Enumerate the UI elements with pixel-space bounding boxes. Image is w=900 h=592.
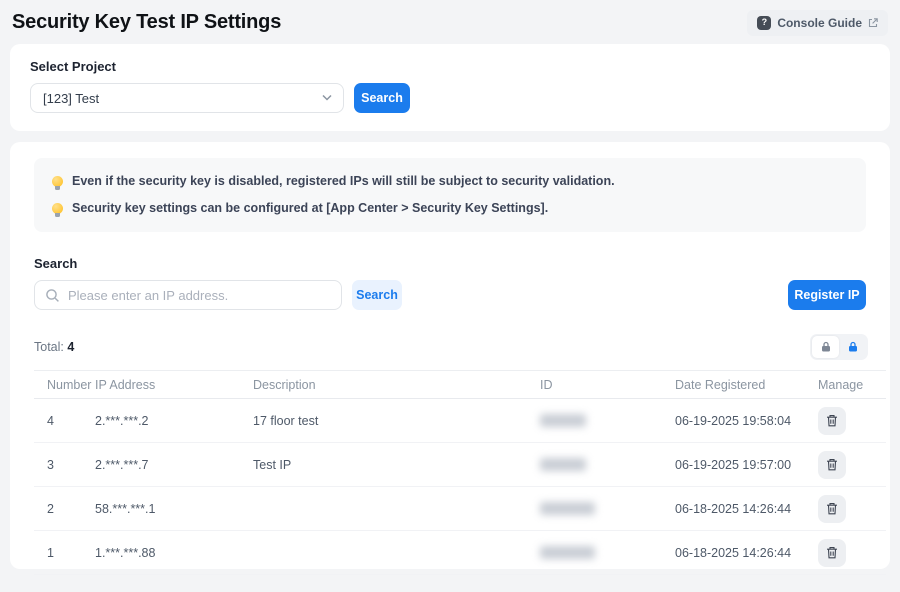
table-row: 4 2.***.***.2 17 floor test 06-19-2025 1… bbox=[34, 399, 886, 443]
total-count: Total: 4 bbox=[34, 340, 74, 354]
cell-ip: 1.***.***.88 bbox=[95, 531, 253, 575]
delete-ip-button[interactable] bbox=[818, 495, 846, 523]
notice-line: Security key settings can be configured … bbox=[52, 198, 848, 218]
search-icon bbox=[45, 288, 60, 303]
table-row: 2 58.***.***.1 06-18-2025 14:26:44 bbox=[34, 487, 886, 531]
page-title: Security Key Test IP Settings bbox=[12, 11, 281, 34]
cell-date: 06-18-2025 14:26:44 bbox=[675, 531, 818, 575]
total-value: 4 bbox=[67, 340, 74, 354]
cell-date: 06-19-2025 19:58:04 bbox=[675, 399, 818, 443]
console-guide-label: Console Guide bbox=[777, 16, 862, 30]
col-header-id: ID bbox=[540, 371, 675, 399]
ip-search-input-wrap bbox=[34, 280, 342, 310]
guide-book-icon: ? bbox=[757, 16, 771, 30]
cell-number: 2 bbox=[34, 487, 95, 531]
cell-manage bbox=[818, 531, 886, 575]
cell-id bbox=[540, 531, 675, 575]
notice-box: Even if the security key is disabled, re… bbox=[34, 158, 866, 232]
col-header-number: Number bbox=[34, 371, 95, 399]
cell-manage bbox=[818, 443, 886, 487]
lightbulb-icon bbox=[52, 203, 63, 214]
ip-search-button[interactable]: Search bbox=[352, 280, 402, 310]
redacted-id-blob bbox=[540, 502, 595, 515]
table-row: 1 1.***.***.88 06-18-2025 14:26:44 bbox=[34, 531, 886, 575]
delete-ip-button[interactable] bbox=[818, 451, 846, 479]
cell-ip: 2.***.***.7 bbox=[95, 443, 253, 487]
delete-ip-button[interactable] bbox=[818, 407, 846, 435]
ip-search-input[interactable] bbox=[68, 288, 331, 303]
redacted-id-blob bbox=[540, 546, 595, 559]
project-search-button[interactable]: Search bbox=[354, 83, 410, 113]
trash-icon bbox=[826, 546, 838, 559]
cell-description: 17 floor test bbox=[253, 399, 540, 443]
cell-manage bbox=[818, 487, 886, 531]
cell-id bbox=[540, 443, 675, 487]
lock-view-toggle bbox=[810, 334, 868, 360]
project-selected-value: [123] Test bbox=[43, 91, 99, 106]
summary-row: Total: 4 bbox=[10, 310, 890, 370]
lock-icon bbox=[820, 341, 832, 353]
lightbulb-icon bbox=[52, 176, 63, 187]
cell-id bbox=[540, 399, 675, 443]
trash-icon bbox=[826, 502, 838, 515]
cell-description: Test IP bbox=[253, 443, 540, 487]
lock-icon bbox=[847, 341, 859, 353]
main-card: Even if the security key is disabled, re… bbox=[10, 142, 890, 569]
cell-ip: 58.***.***.1 bbox=[95, 487, 253, 531]
table-header-row: Number IP Address Description ID Date Re… bbox=[34, 371, 886, 399]
cell-description bbox=[253, 531, 540, 575]
lock-toggle-unlocked[interactable] bbox=[839, 336, 866, 358]
col-header-ip: IP Address bbox=[95, 371, 253, 399]
project-card: Select Project [123] Test Search bbox=[10, 44, 890, 131]
search-section: Search Search Register IP bbox=[10, 232, 890, 310]
col-header-date: Date Registered bbox=[675, 371, 818, 399]
register-ip-button[interactable]: Register IP bbox=[788, 280, 866, 310]
col-header-description: Description bbox=[253, 371, 540, 399]
cell-number: 1 bbox=[34, 531, 95, 575]
table-row: 3 2.***.***.7 Test IP 06-19-2025 19:57:0… bbox=[34, 443, 886, 487]
console-guide-button[interactable]: ? Console Guide bbox=[747, 10, 888, 36]
cell-id bbox=[540, 487, 675, 531]
cell-number: 4 bbox=[34, 399, 95, 443]
cell-number: 3 bbox=[34, 443, 95, 487]
page-header: Security Key Test IP Settings ? Console … bbox=[0, 0, 900, 44]
total-label: Total: bbox=[34, 340, 64, 354]
notice-text: Security key settings can be configured … bbox=[72, 198, 548, 218]
trash-icon bbox=[826, 458, 838, 471]
project-select[interactable]: [123] Test bbox=[30, 83, 344, 113]
external-link-icon bbox=[868, 18, 878, 28]
trash-icon bbox=[826, 414, 838, 427]
col-header-manage: Manage bbox=[818, 371, 886, 399]
table-body: 4 2.***.***.2 17 floor test 06-19-2025 1… bbox=[34, 399, 886, 575]
lock-toggle-locked[interactable] bbox=[812, 336, 839, 358]
select-project-label: Select Project bbox=[30, 59, 870, 74]
ip-table: Number IP Address Description ID Date Re… bbox=[34, 370, 886, 575]
cell-manage bbox=[818, 399, 886, 443]
cell-date: 06-19-2025 19:57:00 bbox=[675, 443, 818, 487]
notice-text: Even if the security key is disabled, re… bbox=[72, 171, 615, 191]
cell-ip: 2.***.***.2 bbox=[95, 399, 253, 443]
delete-ip-button[interactable] bbox=[818, 539, 846, 567]
redacted-id-blob bbox=[540, 458, 586, 471]
redacted-id-blob bbox=[540, 414, 586, 427]
cell-description bbox=[253, 487, 540, 531]
search-label: Search bbox=[34, 256, 866, 271]
notice-line: Even if the security key is disabled, re… bbox=[52, 171, 848, 191]
chevron-down-icon bbox=[321, 94, 333, 102]
cell-date: 06-18-2025 14:26:44 bbox=[675, 487, 818, 531]
